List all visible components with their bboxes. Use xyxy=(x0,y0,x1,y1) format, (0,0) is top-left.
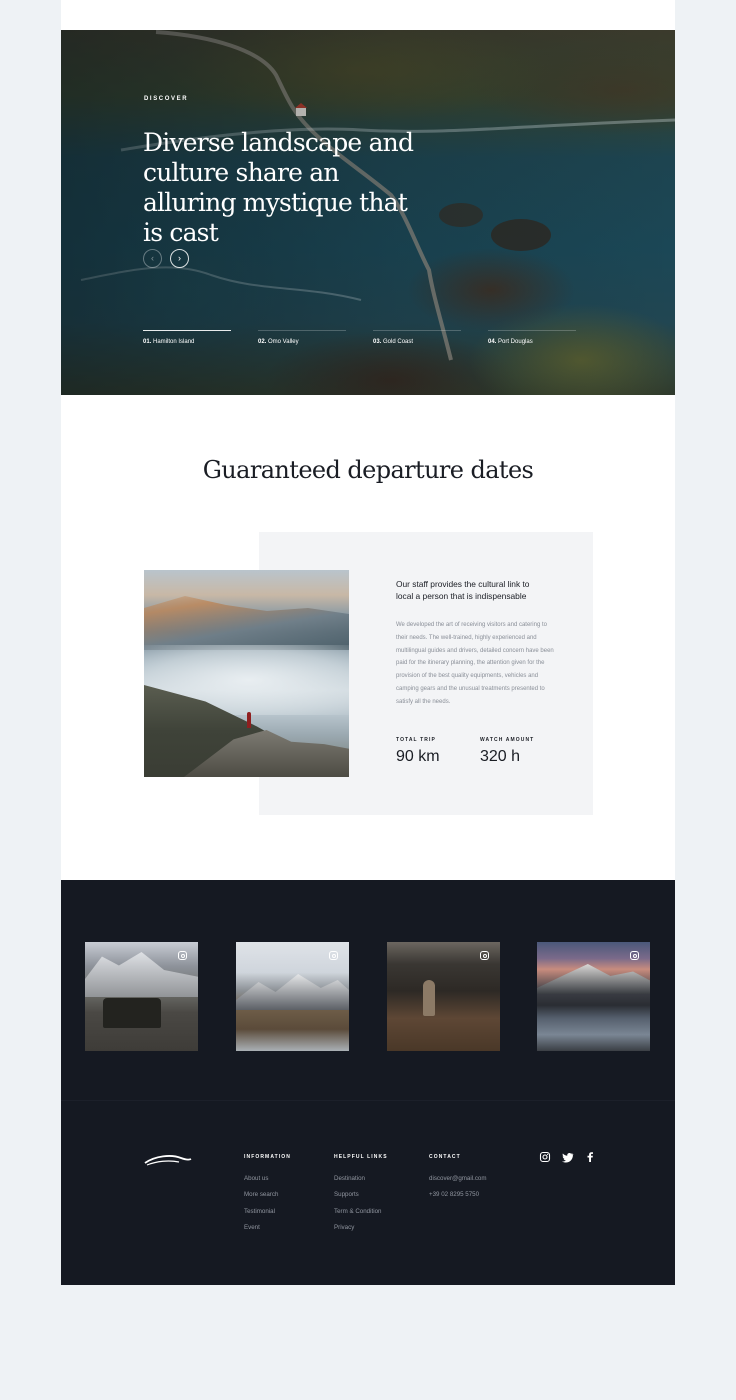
instagram-icon xyxy=(630,951,639,960)
instagram-post[interactable] xyxy=(387,942,500,1051)
destination-name: Port Douglas xyxy=(498,339,533,345)
instagram-post[interactable] xyxy=(236,942,349,1051)
wave-logo[interactable] xyxy=(143,1152,193,1166)
destination-tab[interactable]: 02. Omo Valley xyxy=(258,330,346,351)
twitter-icon[interactable] xyxy=(562,1151,574,1163)
hero-title: Diverse landscape and culture share an a… xyxy=(143,128,414,247)
destination-tabs: 01. Hamilton Island 02. Omo Valley 03. G… xyxy=(143,330,603,350)
footer-heading: INFORMATION xyxy=(244,1154,292,1160)
hero-banner: DISCOVER Diverse landscape and culture s… xyxy=(61,30,675,395)
stat-label: TOTAL TRIP xyxy=(396,737,436,743)
stat-value: 320 h xyxy=(480,748,521,765)
facebook-icon[interactable] xyxy=(584,1151,596,1163)
page: DISCOVER Diverse landscape and culture s… xyxy=(61,0,675,1285)
stat-value: 90 km xyxy=(396,748,440,765)
footer-divider xyxy=(61,1100,675,1101)
instagram-icon[interactable] xyxy=(539,1151,551,1163)
destination-name: Omo Valley xyxy=(268,339,299,345)
hiker-mountain-photo xyxy=(144,570,349,777)
instagram-post[interactable] xyxy=(537,942,650,1051)
destination-number: 03. xyxy=(373,339,382,345)
destination-number: 02. xyxy=(258,339,267,345)
footer-link[interactable]: More search xyxy=(244,1191,278,1198)
contact-phone[interactable]: +39 02 8295 5750 xyxy=(429,1191,479,1198)
destination-number: 01. xyxy=(143,339,152,345)
chevron-right-icon: › xyxy=(178,253,181,263)
destination-name: Gold Coast xyxy=(383,339,414,345)
contact-email-link[interactable]: discover@gmail.com xyxy=(429,1175,487,1182)
destination-name: Hamilton Island xyxy=(153,339,195,345)
section-title: Guaranteed departure dates xyxy=(202,456,534,484)
destination-tab[interactable]: 04. Port Douglas xyxy=(488,330,576,351)
destination-tab[interactable]: 01. Hamilton Island xyxy=(143,330,231,351)
hero-eyebrow: DISCOVER xyxy=(144,96,189,102)
footer-link[interactable]: Event xyxy=(244,1224,260,1231)
next-slide-button[interactable]: › xyxy=(170,249,189,268)
prev-slide-button[interactable]: ‹ xyxy=(143,249,162,268)
footer-link[interactable]: Term & Condition xyxy=(334,1208,381,1215)
destination-number: 04. xyxy=(488,339,497,345)
footer-heading: CONTACT xyxy=(429,1154,461,1160)
instagram-post[interactable] xyxy=(85,942,198,1051)
destination-tab[interactable]: 03. Gold Coast xyxy=(373,330,461,351)
stat-label: WATCH AMOUNT xyxy=(480,737,535,743)
instagram-icon xyxy=(480,951,489,960)
footer-link[interactable]: Destination xyxy=(334,1175,365,1182)
footer-link[interactable]: Testimonial xyxy=(244,1208,275,1215)
instagram-icon xyxy=(329,951,338,960)
footer-heading: HELPFUL LINKS xyxy=(334,1154,388,1160)
footer-link[interactable]: Supports xyxy=(334,1191,359,1198)
footer: INFORMATION About us More search Testimo… xyxy=(61,880,675,1285)
card-body-text: We developed the art of receiving visito… xyxy=(396,622,554,705)
instagram-icon xyxy=(178,951,187,960)
card-lead-text: Our staff provides the cultural link to … xyxy=(396,579,530,601)
footer-link[interactable]: Privacy xyxy=(334,1224,354,1231)
footer-link[interactable]: About us xyxy=(244,1175,268,1182)
chevron-left-icon: ‹ xyxy=(151,253,154,263)
